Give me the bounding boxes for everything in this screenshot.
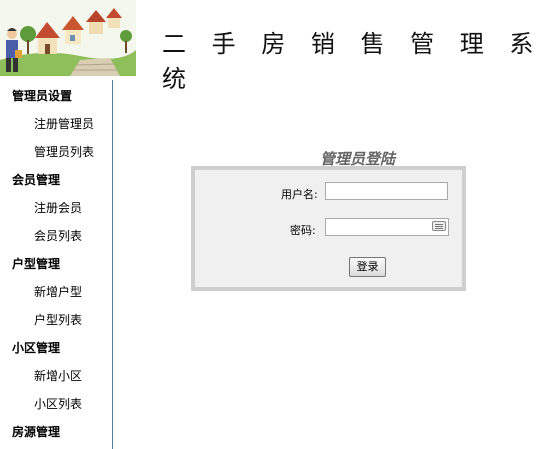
password-input[interactable] [325, 218, 449, 236]
sidebar-group-community-management: 小区管理 [12, 341, 61, 355]
login-form: 用户名: 密码: 登录 [191, 166, 466, 291]
username-label: 用户名: [281, 188, 318, 201]
username-input[interactable] [325, 182, 448, 200]
logo-houses-illustration [0, 0, 136, 76]
sidebar-item-member-list[interactable]: 会员列表 [34, 227, 82, 244]
sidebar-group-member-management: 会员管理 [12, 173, 61, 187]
sidebar-nav: 管理员设置 注册管理员 管理员列表 会员管理 注册会员 会员列表 户型管理 新增… [0, 80, 113, 449]
sidebar-item-add-layout[interactable]: 新增户型 [34, 283, 82, 300]
sidebar-item-register-member[interactable]: 注册会员 [34, 199, 82, 216]
keyboard-icon[interactable] [432, 221, 446, 231]
sidebar-item-layout-list[interactable]: 户型列表 [34, 311, 82, 328]
sidebar-group-layout-management: 户型管理 [12, 257, 61, 271]
password-label: 密码: [290, 224, 316, 237]
header: 二 手 房 销 售 管 理 系 统 [0, 0, 556, 93]
sidebar-item-register-admin[interactable]: 注册管理员 [34, 115, 94, 132]
login-button[interactable]: 登录 [349, 257, 386, 277]
app-title: 二 手 房 销 售 管 理 系 统 [162, 30, 543, 93]
password-field-wrapper [325, 218, 449, 236]
sidebar-item-community-list[interactable]: 小区列表 [34, 395, 82, 412]
sidebar-item-admin-list[interactable]: 管理员列表 [34, 143, 94, 160]
sidebar-item-add-community[interactable]: 新增小区 [34, 367, 82, 384]
sidebar-group-listing-management: 房源管理 [12, 425, 61, 439]
sidebar-group-admin-settings: 管理员设置 [12, 89, 73, 103]
